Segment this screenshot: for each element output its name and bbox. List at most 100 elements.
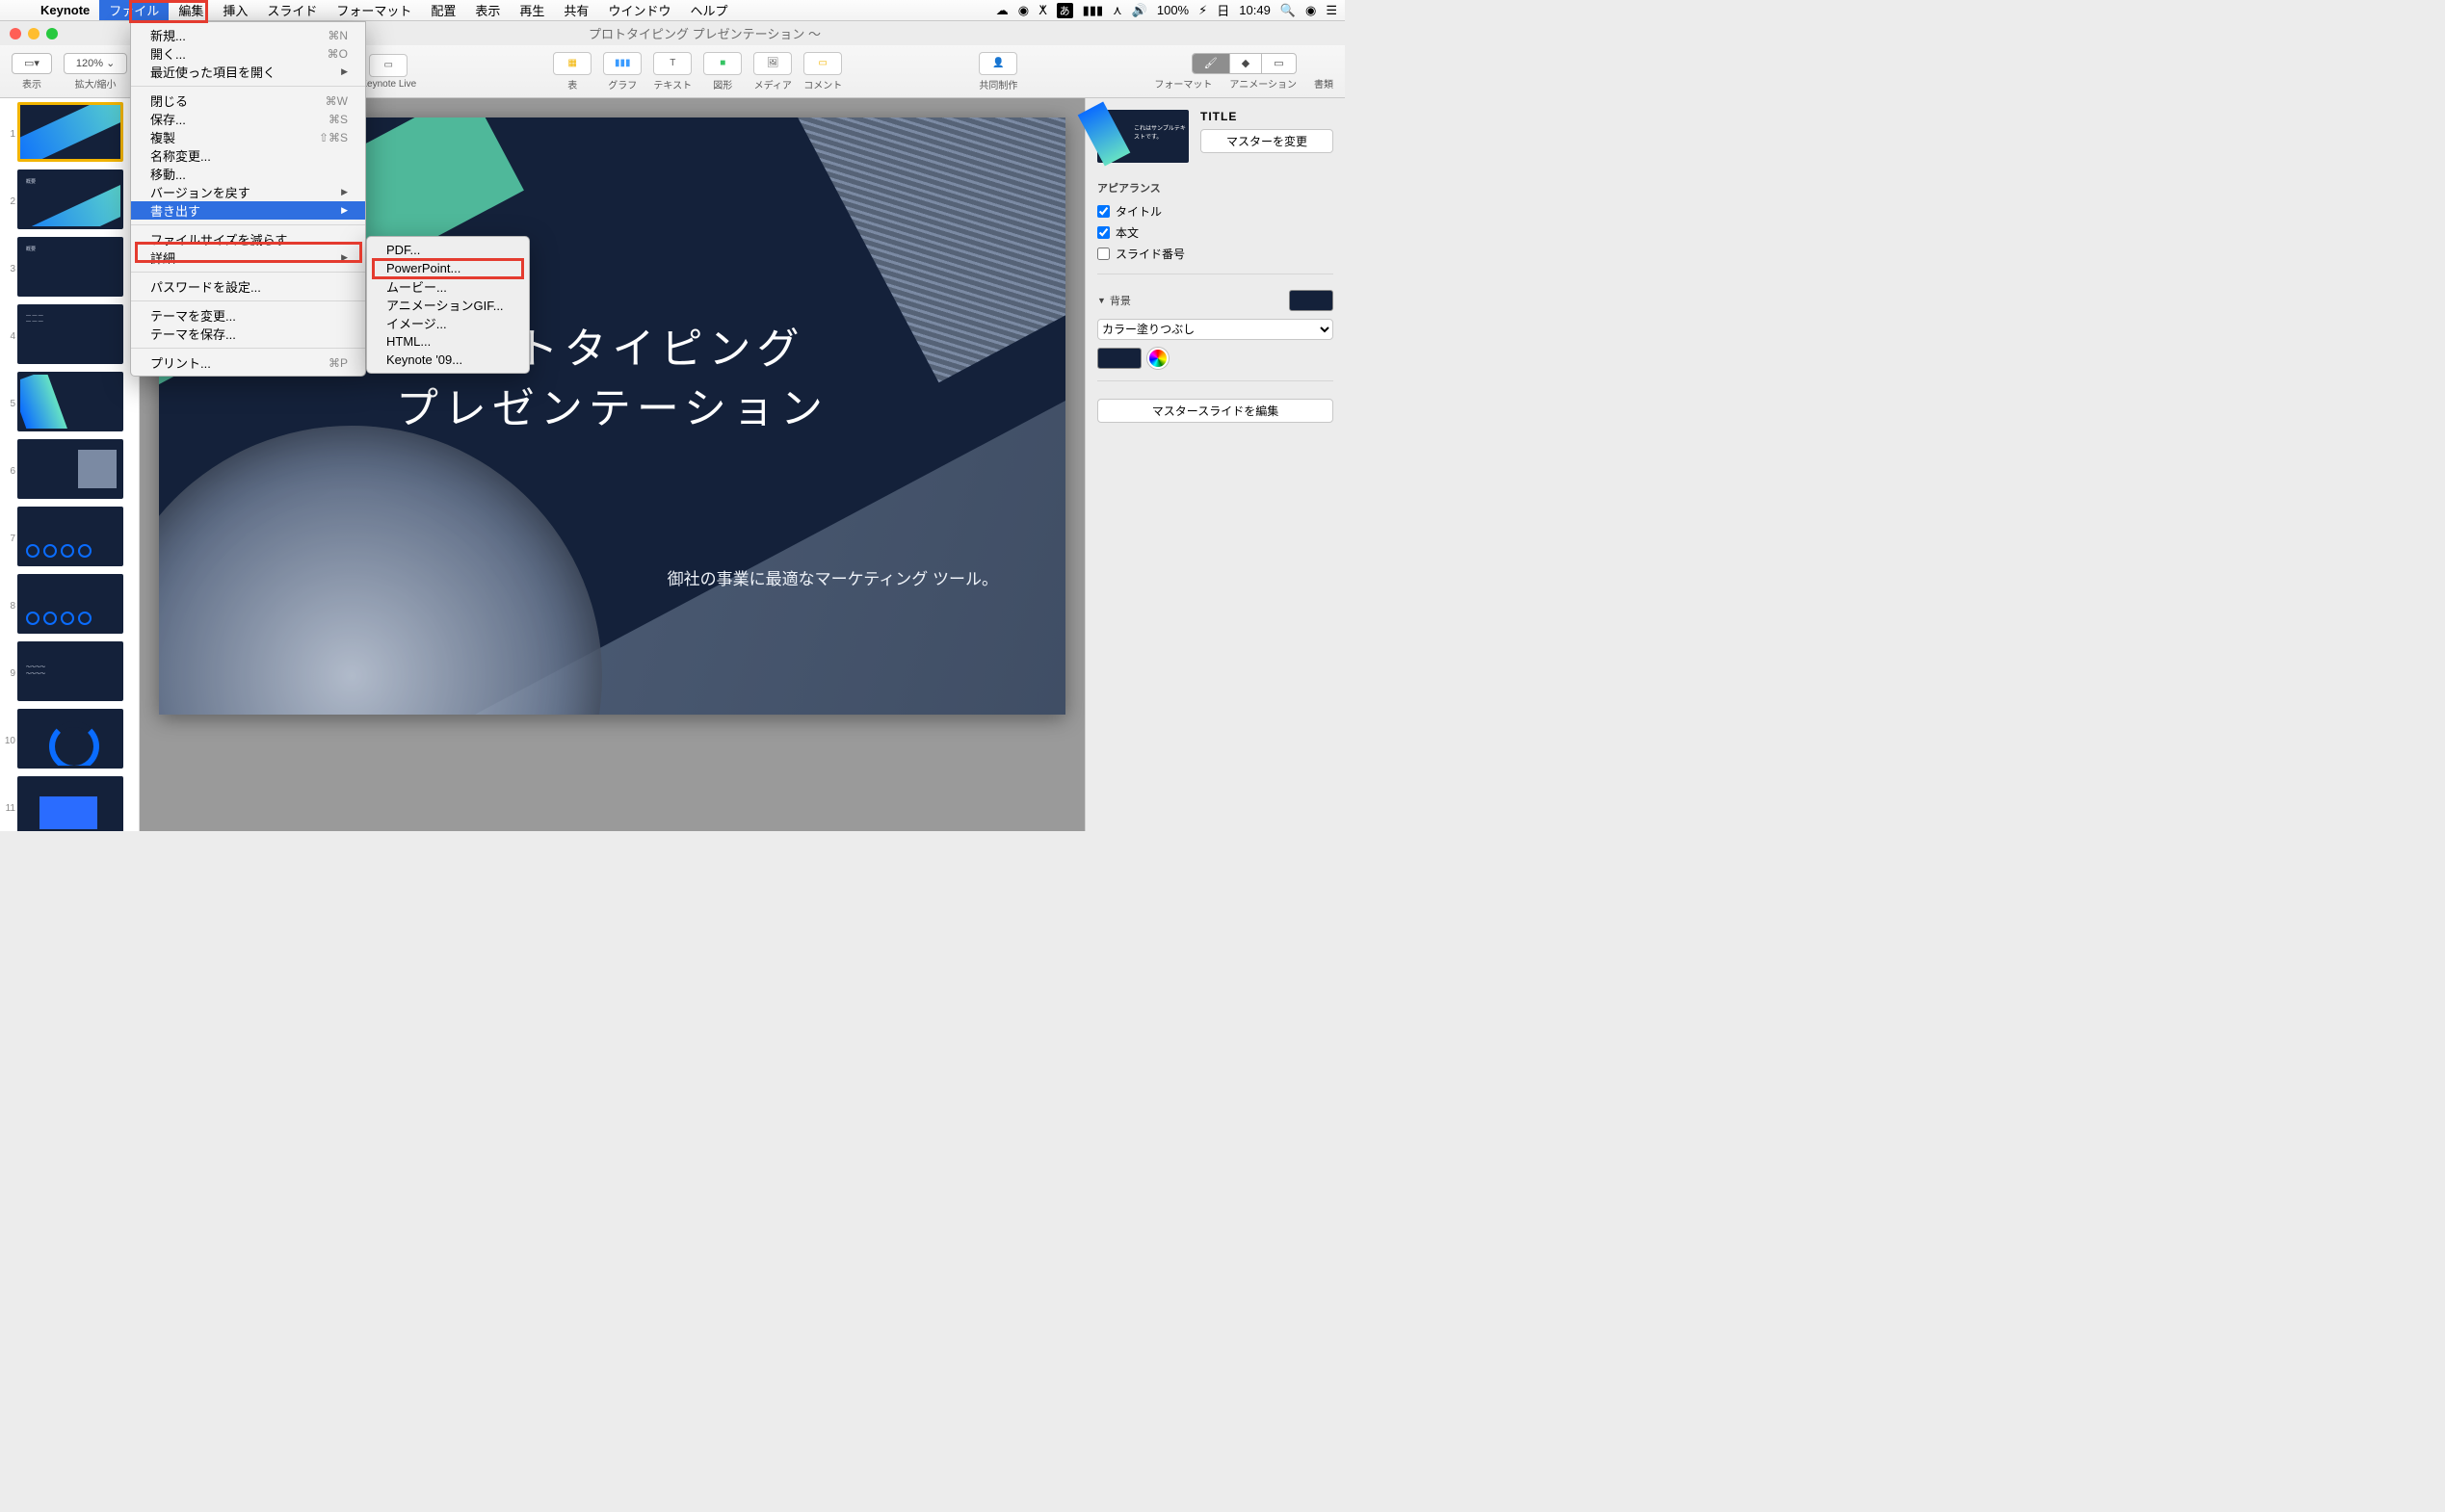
comment-icon[interactable]: ▭ — [803, 52, 842, 75]
change-master-button[interactable]: マスターを変更 — [1200, 129, 1333, 153]
clock-time[interactable]: 10:49 — [1239, 3, 1271, 17]
menu-open-recent[interactable]: 最近使った項目を開く — [131, 63, 365, 81]
export-image[interactable]: イメージ... — [367, 314, 529, 332]
chart-icon[interactable]: ▮▮▮ — [603, 52, 642, 75]
menu-print[interactable]: プリント...⌘P — [131, 353, 365, 372]
body-checkbox[interactable]: 本文 — [1097, 224, 1333, 241]
volume-icon[interactable]: 🔊 — [1132, 3, 1147, 18]
color-picker-icon[interactable] — [1147, 348, 1169, 369]
menu-arrange[interactable]: 配置 — [421, 0, 465, 20]
tab-format[interactable]: 🖌 — [1193, 54, 1230, 73]
slide-thumbnail-8[interactable] — [17, 574, 123, 634]
inspector-tabs[interactable]: 🖌 ◆ ▭ — [1192, 53, 1297, 74]
zoom-window-button[interactable] — [46, 28, 58, 39]
slide-thumbnail-7[interactable] — [17, 507, 123, 566]
export-keynote09[interactable]: Keynote '09... — [367, 351, 529, 369]
background-disclosure[interactable]: ▼背景 — [1097, 290, 1333, 311]
slide-thumbnail-3[interactable]: 概要 — [17, 237, 123, 297]
notification-center-icon[interactable]: ☰ — [1326, 3, 1337, 18]
menu-advanced[interactable]: 詳細 — [131, 248, 365, 267]
shape-icon[interactable]: ■ — [703, 52, 742, 75]
tab-animate[interactable]: ◆ — [1230, 54, 1262, 73]
collab-label: 共同制作 — [979, 77, 1017, 91]
menu-save[interactable]: 保存...⌘S — [131, 110, 365, 128]
menu-change-theme[interactable]: テーマを変更... — [131, 306, 365, 325]
collaborate-icon[interactable]: 👤 — [979, 52, 1017, 75]
menu-save-theme[interactable]: テーマを保存... — [131, 325, 365, 343]
menu-rename[interactable]: 名称変更... — [131, 146, 365, 165]
menu-duplicate[interactable]: 複製⇧⌘S — [131, 128, 365, 146]
slide-navigator[interactable]: 1 2概要 3概要 4— — —— — — 5 6 7 8 9〜〜〜〜〜〜〜〜 … — [0, 98, 140, 831]
slide-thumbnail-5[interactable] — [17, 372, 123, 431]
export-gif[interactable]: アニメーションGIF... — [367, 296, 529, 314]
menu-slide[interactable]: スライド — [257, 0, 327, 20]
app-menu[interactable]: Keynote — [31, 0, 99, 20]
menu-insert[interactable]: 挿入 — [213, 0, 257, 20]
slide-subtitle[interactable]: 御社の事業に最適なマーケティング ツール。 — [668, 565, 998, 589]
slide-number-checkbox[interactable]: スライド番号 — [1097, 246, 1333, 262]
export-powerpoint[interactable]: PowerPoint... — [367, 259, 529, 277]
menu-open[interactable]: 開く...⌘O — [131, 44, 365, 63]
file-menu-dropdown: 新規...⌘N 開く...⌘O 最近使った項目を開く 閉じる⌘W 保存...⌘S… — [130, 21, 366, 377]
ime-indicator[interactable]: あ — [1057, 3, 1073, 18]
thumb-number: 1 — [2, 102, 15, 140]
export-html[interactable]: HTML... — [367, 332, 529, 351]
text-icon[interactable]: T — [653, 52, 692, 75]
keynote-live-icon[interactable]: ▭ — [369, 54, 408, 77]
menu-set-password[interactable]: パスワードを設定... — [131, 277, 365, 296]
anim-label: アニメーション — [1229, 76, 1297, 91]
menu-file[interactable]: ファイル — [99, 0, 169, 20]
export-movie[interactable]: ムービー... — [367, 277, 529, 296]
view-label: 表示 — [22, 76, 41, 91]
menu-export[interactable]: 書き出す — [131, 201, 365, 220]
menu-edit[interactable]: 編集 — [169, 0, 213, 20]
edit-master-button[interactable]: マスタースライドを編集 — [1097, 399, 1333, 423]
accessibility-icon[interactable]: ◉ — [1018, 3, 1029, 18]
bluetooth-icon[interactable]: ⵅ — [1038, 3, 1047, 18]
slide-thumbnail-1[interactable] — [17, 102, 123, 162]
slide-thumbnail-10[interactable] — [17, 709, 123, 769]
table-icon[interactable]: ▦ — [553, 52, 592, 75]
menu-play[interactable]: 再生 — [510, 0, 554, 20]
comment-label: コメント — [803, 77, 842, 91]
menu-window[interactable]: ウインドウ — [598, 0, 680, 20]
appearance-heading: アピアランス — [1097, 180, 1333, 196]
menu-reduce-size[interactable]: ファイルサイズを減らす... — [131, 230, 365, 248]
menu-revert[interactable]: バージョンを戻す — [131, 183, 365, 201]
menu-close[interactable]: 閉じる⌘W — [131, 91, 365, 110]
media-label: メディア — [754, 77, 792, 91]
slide-thumbnail-2[interactable]: 概要 — [17, 169, 123, 229]
icloud-icon[interactable]: ☁︎ — [996, 3, 1009, 18]
table-label: 表 — [567, 77, 577, 91]
background-swatch-large[interactable] — [1289, 290, 1333, 311]
zoom-popup[interactable]: 120% ⌄ — [64, 53, 127, 74]
spotlight-icon[interactable]: 🔍 — [1280, 3, 1296, 18]
export-pdf[interactable]: PDF... — [367, 241, 529, 259]
view-button[interactable]: ▭▾ — [12, 53, 52, 74]
slide-thumbnail-6[interactable] — [17, 439, 123, 499]
menu-new[interactable]: 新規...⌘N — [131, 26, 365, 44]
battery-icon[interactable]: ▮▮▮ — [1083, 3, 1103, 18]
slide-thumbnail-4[interactable]: — — —— — — — [17, 304, 123, 364]
fill-type-select[interactable]: カラー塗りつぶし — [1097, 319, 1333, 340]
clock-day[interactable]: 日 — [1217, 1, 1229, 19]
format-label: フォーマット — [1154, 76, 1212, 91]
fill-color-swatch[interactable] — [1097, 348, 1142, 369]
slide-thumbnail-9[interactable]: 〜〜〜〜〜〜〜〜 — [17, 641, 123, 701]
close-window-button[interactable] — [10, 28, 21, 39]
siri-icon[interactable]: ◉ — [1305, 3, 1316, 18]
tab-document[interactable]: ▭ — [1262, 54, 1295, 73]
text-label: テキスト — [653, 77, 692, 91]
menu-move[interactable]: 移動... — [131, 165, 365, 183]
slide-thumbnail-11[interactable] — [17, 776, 123, 831]
menu-format[interactable]: フォーマット — [327, 0, 421, 20]
menu-share[interactable]: 共有 — [554, 0, 598, 20]
menu-view[interactable]: 表示 — [465, 0, 510, 20]
wifi-icon[interactable]: ⋏ — [1113, 3, 1122, 18]
minimize-window-button[interactable] — [28, 28, 39, 39]
menu-help[interactable]: ヘルプ — [680, 0, 737, 20]
media-icon[interactable]: 🖼 — [753, 52, 792, 75]
title-checkbox[interactable]: タイトル — [1097, 203, 1333, 220]
format-inspector: これはサンプルテキ ストです。 TITLE マスターを変更 アピアランス タイト… — [1085, 98, 1345, 831]
export-submenu: PDF... PowerPoint... ムービー... アニメーションGIF.… — [366, 236, 530, 374]
